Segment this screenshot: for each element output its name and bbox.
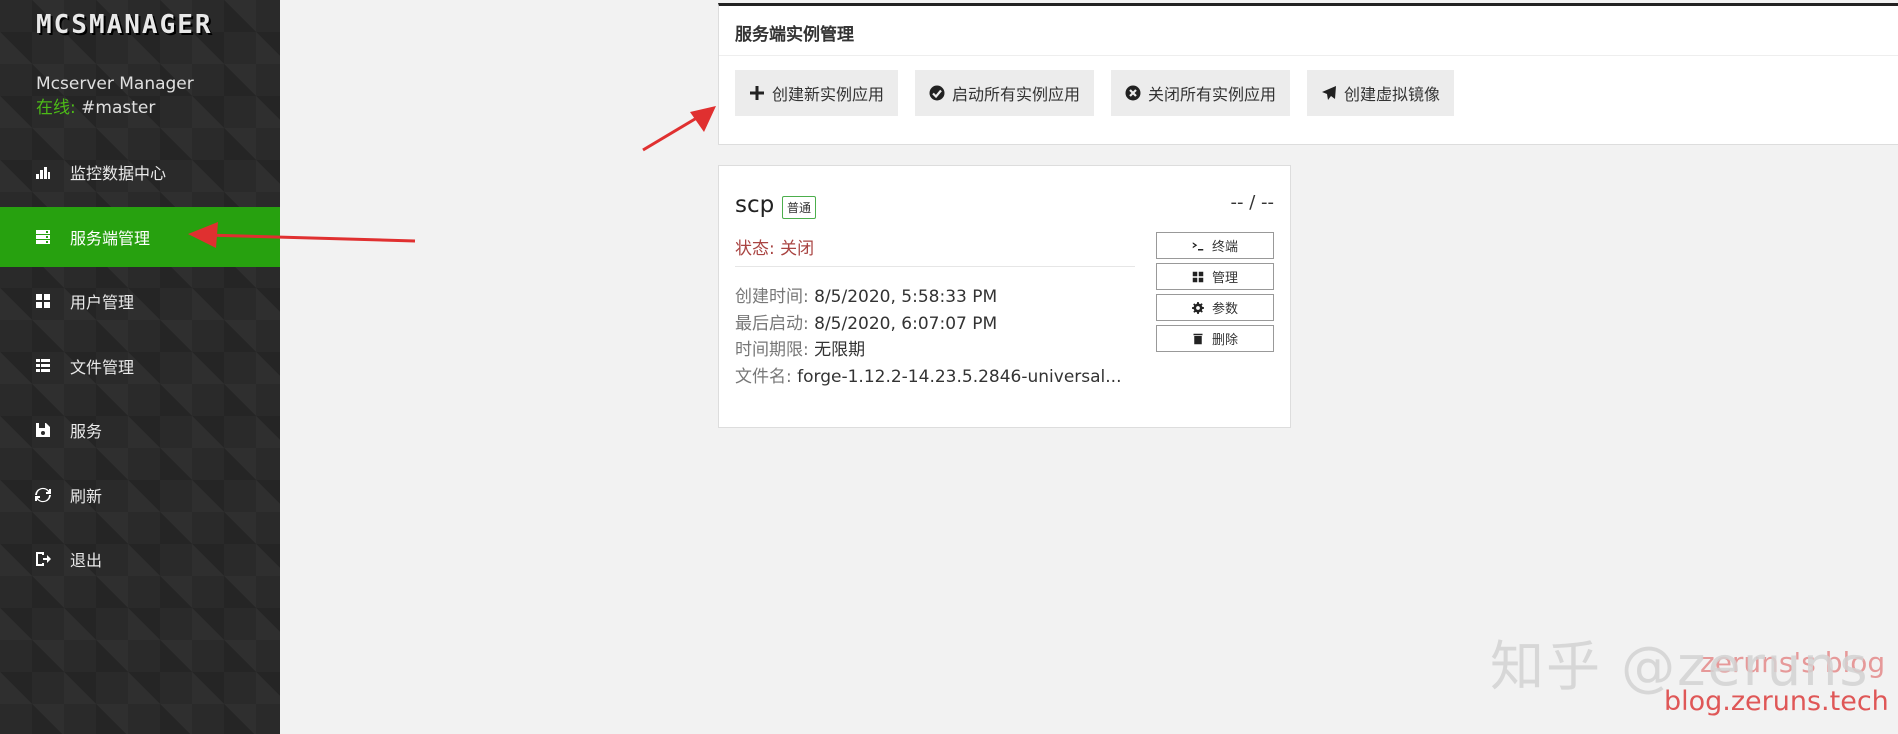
- info-key: 文件名:: [735, 366, 792, 387]
- sidebar-item-server[interactable]: 服务端管理: [0, 206, 280, 267]
- page-title: 服务端实例管理: [735, 25, 854, 45]
- info-value: forge-1.12.2-14.23.5.2846-universal...: [797, 366, 1122, 387]
- stop-all-button[interactable]: 关闭所有实例应用: [1111, 70, 1291, 116]
- sidebar-item-files[interactable]: 文件管理: [0, 336, 280, 396]
- manage-button[interactable]: 管理: [1156, 263, 1274, 290]
- button-label: 删除: [1211, 333, 1238, 348]
- sidebar-item-label: 文件管理: [70, 357, 135, 377]
- sidebar-item-logout[interactable]: 退出: [0, 529, 280, 589]
- toolbar: 创建新实例应用 启动所有实例应用 关闭所有实例应用 创建虚拟镜像: [735, 70, 1455, 116]
- sidebar: MCSMANAGER Mcserver Manager 在线: #master …: [0, 0, 280, 734]
- button-label: 终端: [1211, 240, 1238, 255]
- app-logo: MCSMANAGER: [36, 10, 213, 40]
- info-row-created: 创建时间: 8/5/2020, 5:58:33 PM: [735, 284, 1122, 311]
- instance-manager-panel: 服务端实例管理 创建新实例应用 启动所有实例应用 关闭所有实例应用 创建虚拟镜像: [718, 3, 1898, 145]
- server-icon: [34, 228, 52, 246]
- sidebar-item-label: 服务端管理: [70, 228, 151, 248]
- sidebar-item-service[interactable]: 服务: [0, 400, 280, 460]
- close-circle-icon: [1125, 85, 1141, 101]
- instance-status: 状态: 关闭: [735, 239, 815, 259]
- create-instance-button[interactable]: 创建新实例应用: [735, 70, 899, 116]
- online-user: #master: [81, 98, 156, 118]
- info-value: 8/5/2020, 5:58:33 PM: [814, 287, 998, 307]
- sidebar-item-monitor[interactable]: 监控数据中心: [0, 142, 280, 202]
- sidebar-item-users[interactable]: 用户管理: [0, 271, 280, 331]
- button-label: 启动所有实例应用: [952, 85, 1081, 104]
- trash-icon: [1193, 333, 1203, 344]
- sidebar-item-refresh[interactable]: 刷新: [0, 465, 280, 525]
- gear-icon: [1191, 301, 1204, 314]
- send-icon: [1322, 86, 1337, 100]
- terminal-icon: [1192, 241, 1204, 250]
- sidebar-item-label: 服务: [70, 422, 103, 441]
- sidebar-item-label: 刷新: [70, 486, 103, 506]
- button-label: 关闭所有实例应用: [1148, 85, 1277, 104]
- instance-card: scp 普通 -- / -- 状态: 关闭 创建时间: 8/5/2020, 5:…: [718, 165, 1291, 428]
- check-circle-icon: [929, 85, 945, 101]
- instance-name: scp: [735, 192, 775, 218]
- instance-type-badge: 普通: [782, 196, 817, 219]
- grid-icon: [34, 292, 52, 310]
- info-key: 创建时间:: [735, 287, 809, 307]
- watermark-blog-url: blog.zeruns.tech: [1664, 686, 1889, 717]
- plus-icon: [750, 86, 764, 100]
- sidebar-item-label: 用户管理: [70, 293, 135, 312]
- info-row-time-limit: 时间期限: 无限期: [735, 337, 1122, 364]
- info-key: 时间期限:: [735, 340, 809, 360]
- instance-actions: 终端 管理 参数 删除: [1156, 232, 1274, 352]
- create-image-button[interactable]: 创建虚拟镜像: [1307, 70, 1455, 116]
- arrow-to-create-button: [642, 106, 716, 152]
- service-icon: [34, 421, 52, 439]
- button-label: 创建新实例应用: [772, 85, 885, 104]
- start-all-button[interactable]: 启动所有实例应用: [915, 70, 1095, 116]
- sidebar-item-label: 监控数据中心: [70, 164, 167, 183]
- settings-button[interactable]: 参数: [1156, 294, 1274, 321]
- instance-info: 创建时间: 8/5/2020, 5:58:33 PM 最后启动: 8/5/202…: [735, 284, 1122, 390]
- info-key: 最后启动:: [735, 313, 809, 334]
- info-value: 8/5/2020, 6:07:07 PM: [814, 313, 998, 334]
- list-icon: [34, 357, 52, 375]
- button-label: 管理: [1211, 271, 1238, 286]
- info-row-last-start: 最后启动: 8/5/2020, 6:07:07 PM: [735, 311, 1122, 338]
- online-label: 在线:: [36, 98, 76, 118]
- terminal-button[interactable]: 终端: [1156, 232, 1274, 259]
- refresh-icon: [34, 486, 52, 504]
- divider: [719, 55, 1898, 56]
- grid-icon: [1192, 271, 1204, 282]
- sidebar-item-label: 退出: [70, 551, 103, 570]
- bar-chart-icon: [34, 163, 52, 181]
- button-label: 参数: [1211, 302, 1238, 317]
- user-info: Mcserver Manager 在线: #master: [36, 72, 194, 120]
- info-row-filename: 文件名: forge-1.12.2-14.23.5.2846-universal…: [735, 364, 1122, 391]
- delete-button[interactable]: 删除: [1156, 325, 1274, 352]
- info-value: 无限期: [814, 340, 866, 360]
- online-status: 在线: #master: [36, 96, 194, 120]
- instance-player-count: -- / --: [1230, 192, 1275, 213]
- logout-icon: [34, 550, 52, 568]
- user-name: Mcserver Manager: [36, 74, 194, 94]
- button-label: 创建虚拟镜像: [1344, 85, 1441, 104]
- divider: [735, 266, 1135, 267]
- sidebar-nav: 监控数据中心 服务端管理 用户管理 文件管理 服务 刷新 退出: [0, 142, 280, 594]
